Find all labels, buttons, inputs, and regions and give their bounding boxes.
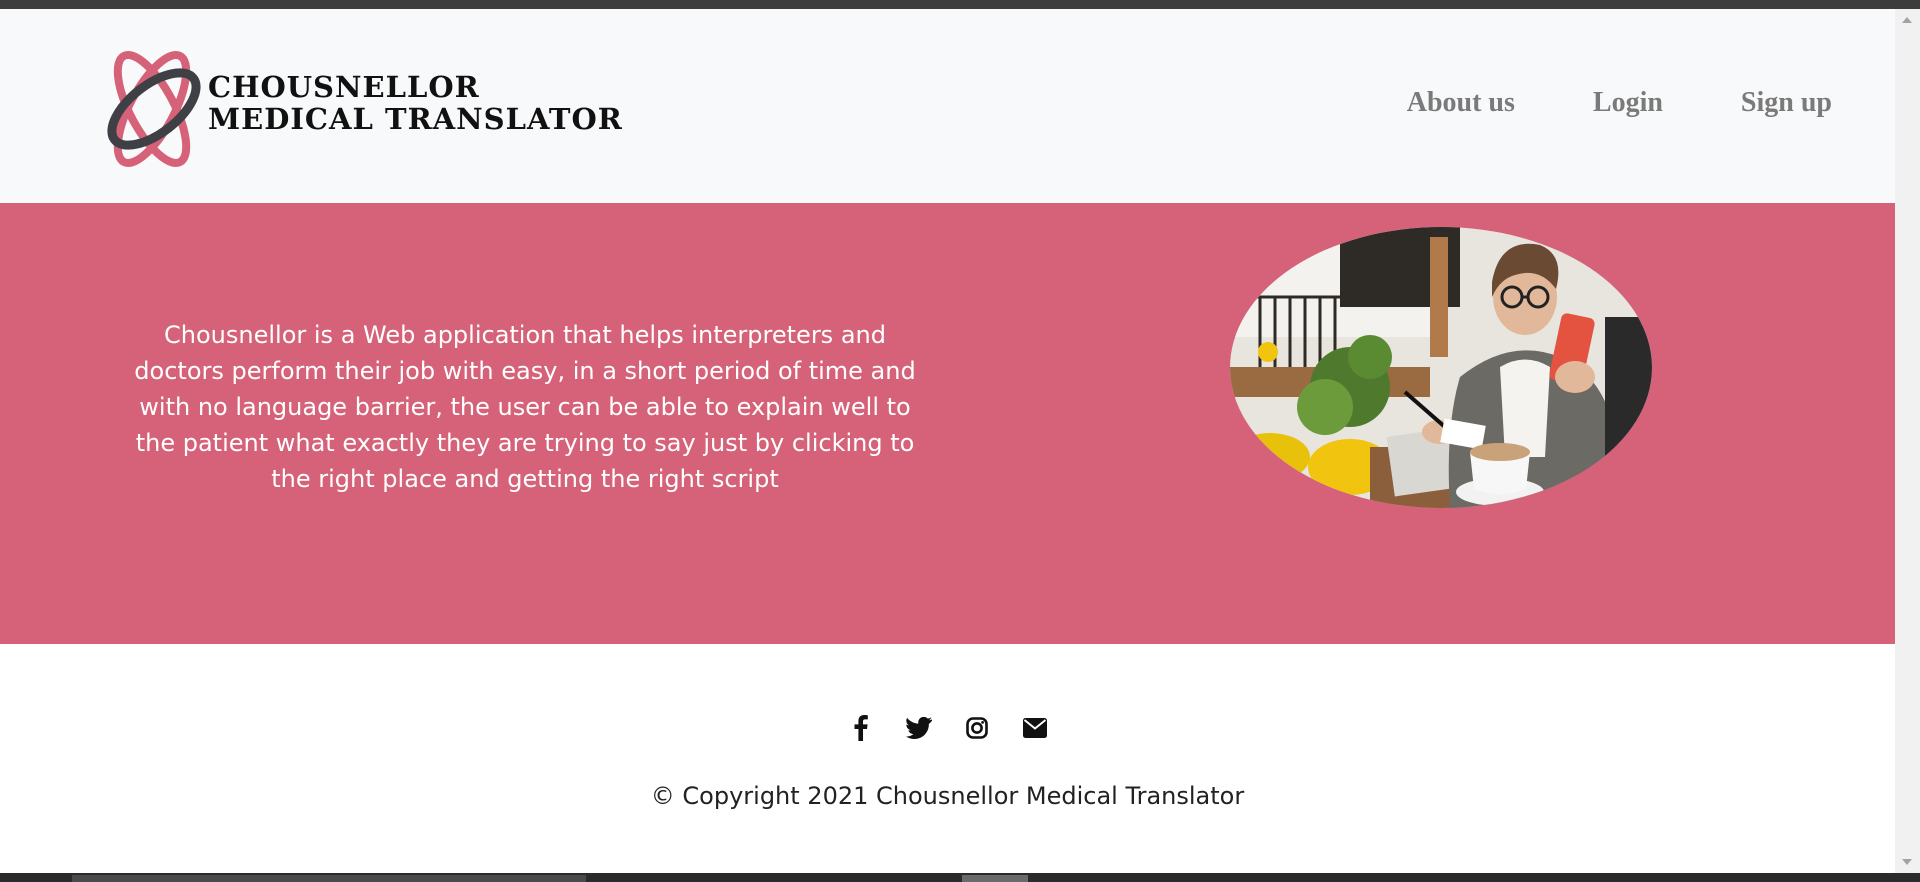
main-nav: About us Login Sign up xyxy=(1407,87,1832,119)
scroll-down-arrow-icon[interactable] xyxy=(1902,859,1912,865)
hero-section: Chousnellor is a Web application that he… xyxy=(0,203,1895,644)
hero-photo xyxy=(1230,227,1652,508)
nav-login[interactable]: Login xyxy=(1593,87,1663,119)
site-header: CHOUSNELLOR MEDICAL TRANSLATOR About us … xyxy=(0,9,1895,203)
site-footer: © Copyright 2021 Chousnellor Medical Tra… xyxy=(0,644,1895,873)
nav-about-us[interactable]: About us xyxy=(1407,87,1515,119)
brand-logo[interactable]: CHOUSNELLOR MEDICAL TRANSLATOR xyxy=(96,43,636,175)
scroll-up-arrow-icon[interactable] xyxy=(1902,17,1912,23)
taskbar-segment xyxy=(962,875,1028,882)
copyright-text: © Copyright 2021 Chousnellor Medical Tra… xyxy=(650,782,1245,810)
taskbar-edge xyxy=(0,873,1920,882)
facebook-icon[interactable] xyxy=(848,715,874,741)
atom-logo-icon xyxy=(107,51,201,167)
brand-name: CHOUSNELLOR MEDICAL TRANSLATOR xyxy=(208,71,623,135)
brand-line-2: MEDICAL TRANSLATOR xyxy=(208,102,623,136)
vertical-scrollbar[interactable] xyxy=(1895,9,1920,873)
hero-description: Chousnellor is a Web application that he… xyxy=(134,321,916,493)
twitter-icon[interactable] xyxy=(905,715,932,741)
woman-with-phone-photo xyxy=(1230,227,1652,508)
page: CHOUSNELLOR MEDICAL TRANSLATOR About us … xyxy=(0,9,1895,873)
taskbar-segment xyxy=(72,875,586,882)
instagram-icon[interactable] xyxy=(964,715,990,741)
envelope-icon[interactable] xyxy=(1022,715,1048,741)
social-links xyxy=(0,715,1895,741)
nav-sign-up[interactable]: Sign up xyxy=(1741,87,1832,119)
browser-top-edge xyxy=(0,0,1920,9)
brand-line-1: CHOUSNELLOR xyxy=(208,70,480,104)
